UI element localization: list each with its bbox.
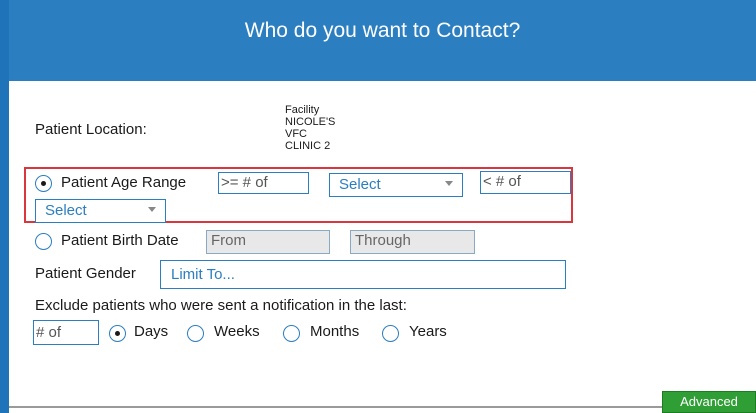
years-label: Years	[409, 323, 447, 340]
age-range-radio[interactable]	[35, 175, 52, 192]
years-radio[interactable]	[382, 325, 399, 342]
weeks-radio[interactable]	[187, 325, 204, 342]
age-max-input[interactable]: < # of	[480, 171, 571, 194]
facility-line: VFC	[285, 128, 307, 140]
divider	[9, 406, 662, 408]
months-label: Months	[310, 323, 360, 340]
birth-date-through-input[interactable]: Through	[350, 230, 475, 254]
age-max-unit-select[interactable]: Select	[35, 199, 166, 223]
exclude-label: Exclude patients who were sent a notific…	[35, 297, 407, 314]
weeks-label: Weeks	[214, 323, 260, 340]
chevron-down-icon	[148, 207, 156, 212]
facility-block: Facility NICOLE'S VFC CLINIC 2	[285, 104, 335, 152]
birth-date-from-input[interactable]: From	[206, 230, 330, 254]
dialog-title: Who do you want to Contact?	[244, 19, 521, 42]
gender-label: Patient Gender	[35, 265, 136, 282]
age-range-label: Patient Age Range	[61, 174, 187, 191]
chevron-down-icon	[445, 181, 453, 186]
advanced-button[interactable]: Advanced	[662, 391, 756, 413]
gender-limit-input[interactable]: Limit To...	[160, 260, 566, 289]
birth-date-radio[interactable]	[35, 233, 52, 250]
facility-line: Facility	[285, 104, 320, 116]
age-min-input[interactable]: >= # of	[218, 172, 309, 194]
dialog-header: Who do you want to Contact?	[9, 0, 756, 81]
age-min-unit-value: Select	[339, 176, 381, 193]
left-accent-bar	[0, 0, 9, 413]
days-radio[interactable]	[109, 325, 126, 342]
exclude-count-input[interactable]: # of	[33, 320, 99, 345]
age-max-unit-value: Select	[45, 202, 87, 219]
facility-line: CLINIC 2	[285, 140, 331, 152]
months-radio[interactable]	[283, 325, 300, 342]
contact-dialog: Who do you want to Contact? Patient Loca…	[0, 0, 756, 413]
birth-date-label: Patient Birth Date	[61, 232, 179, 249]
days-label: Days	[134, 323, 169, 340]
facility-line: NICOLE'S	[285, 116, 336, 128]
age-min-unit-select[interactable]: Select	[329, 173, 463, 197]
patient-location-label: Patient Location:	[35, 121, 147, 138]
